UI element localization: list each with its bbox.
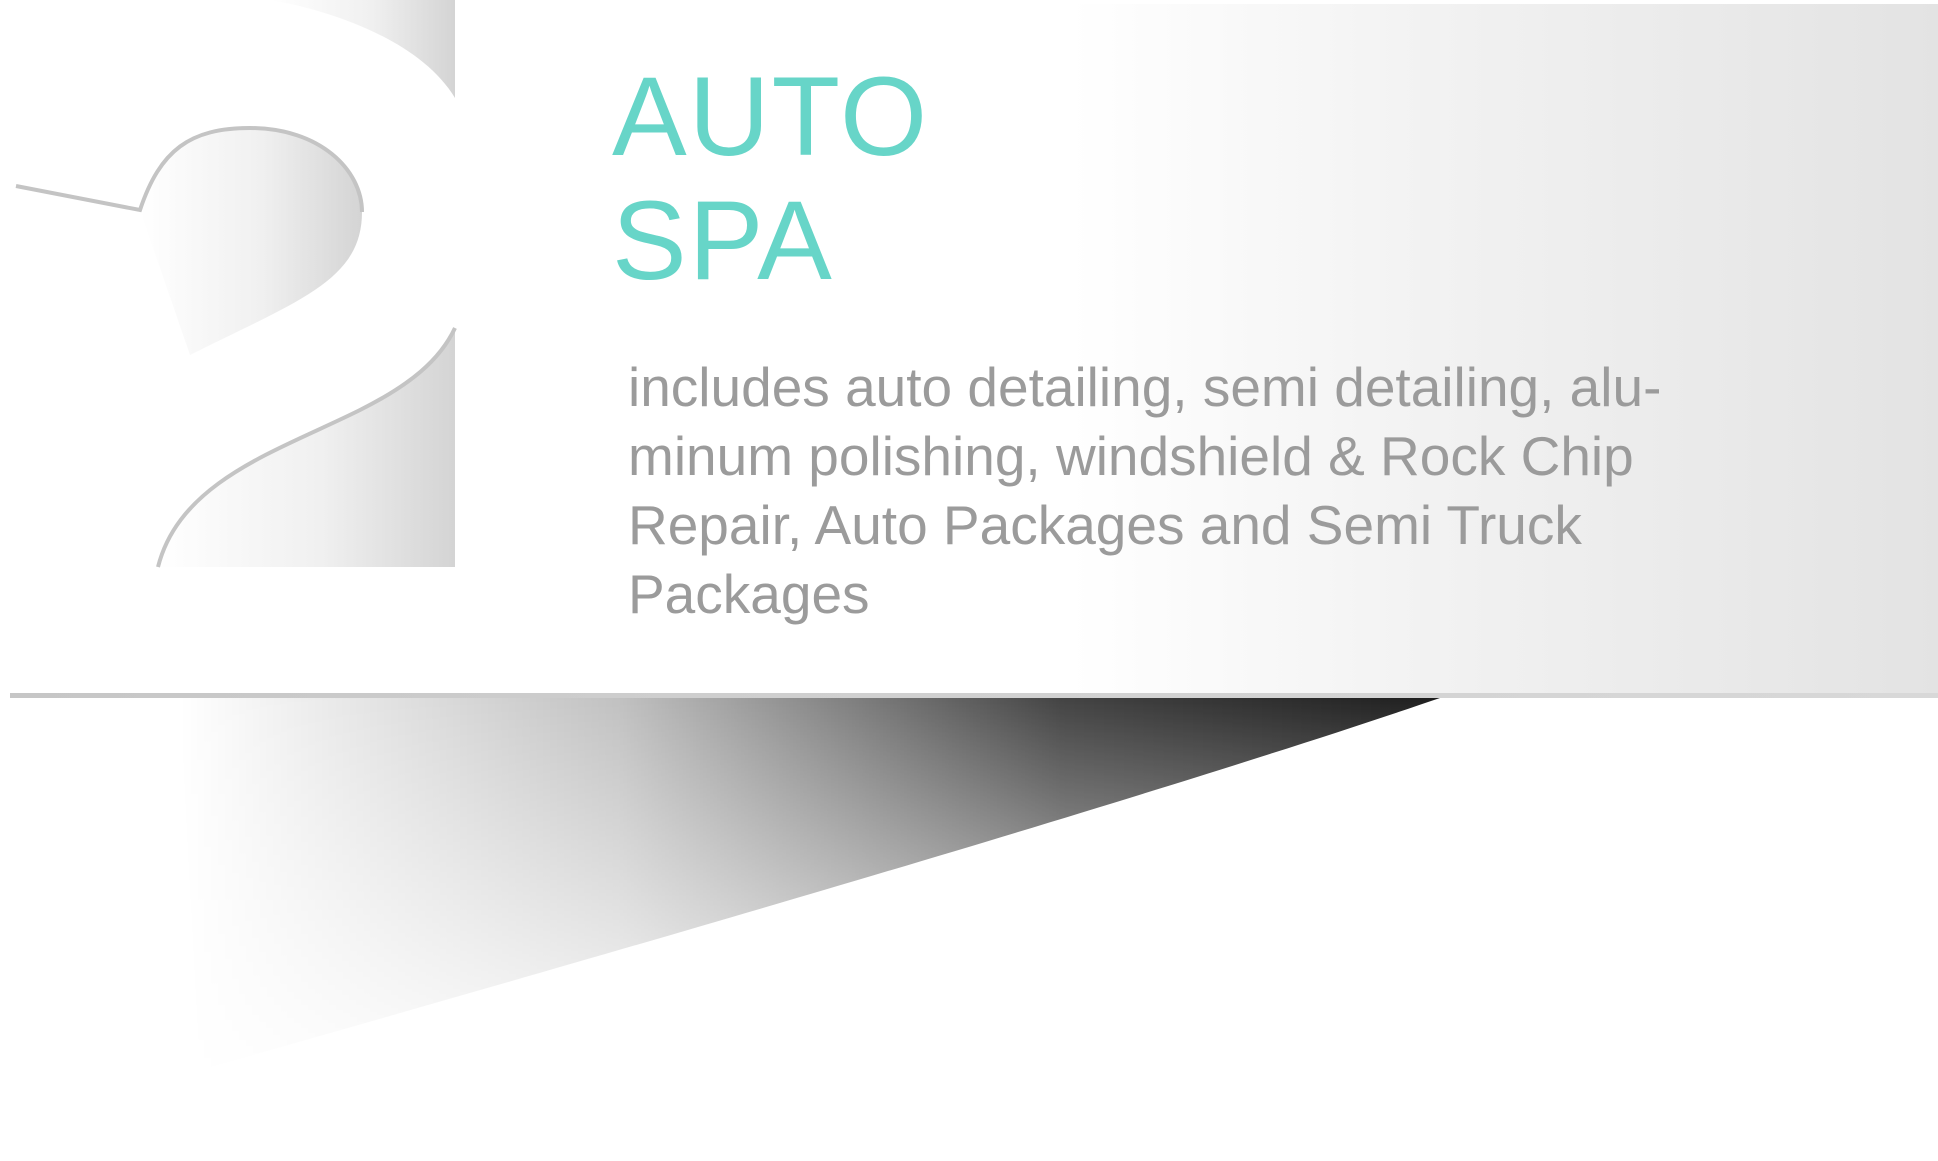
title-line-auto: AUTO — [612, 54, 930, 179]
feature-title: AUTO SPA — [612, 55, 1812, 303]
feature-content: AUTO SPA includes auto detailing, semi d… — [612, 55, 1812, 629]
card-divider — [10, 693, 1938, 698]
card-curl-shadow — [180, 698, 1440, 1070]
title-line-spa: SPA — [612, 178, 834, 303]
feature-banner: AUTO SPA includes auto detailing, semi d… — [0, 0, 1938, 1161]
number-two-graphic — [15, 0, 457, 568]
feature-description: includes auto detailing, semi detailing,… — [628, 356, 1662, 625]
